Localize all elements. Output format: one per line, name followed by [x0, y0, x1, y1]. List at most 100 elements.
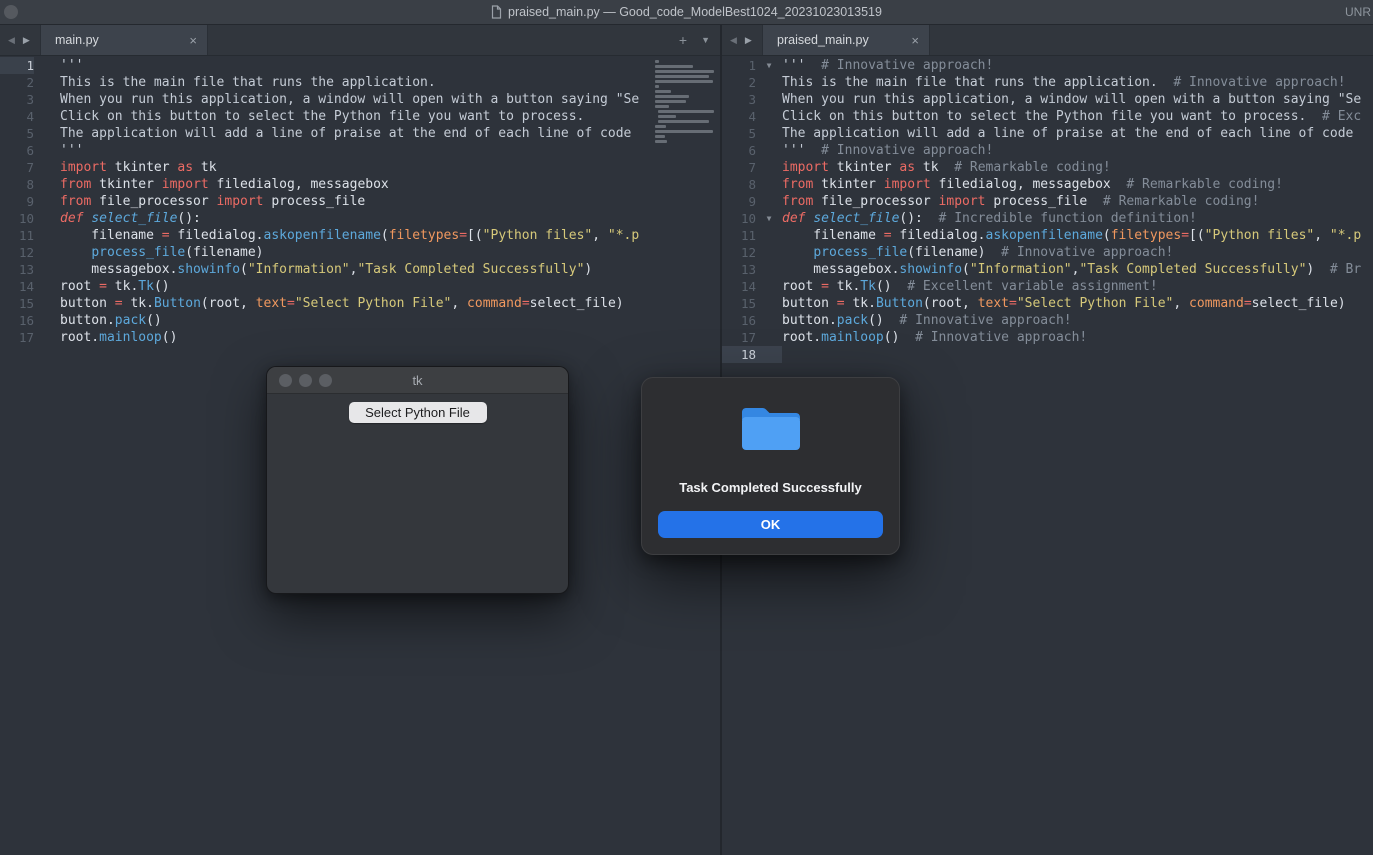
tab-nav-right: ◀ ▶ — [722, 25, 762, 55]
line-number[interactable]: 4 — [0, 108, 34, 125]
code-line[interactable]: 8from tkinter import filedialog, message… — [0, 176, 651, 193]
line-number[interactable]: 11 — [0, 227, 34, 244]
zoom-window-icon[interactable] — [319, 374, 332, 387]
window-control-icon[interactable] — [4, 5, 18, 19]
line-number[interactable]: 2 — [722, 74, 756, 91]
line-number[interactable]: 17 — [722, 329, 756, 346]
line-number[interactable]: 6 — [0, 142, 34, 159]
close-window-icon[interactable] — [279, 374, 292, 387]
line-number[interactable]: 11 — [722, 227, 756, 244]
back-arrow-icon[interactable]: ◀ — [8, 35, 15, 46]
code-text: ''' — [60, 57, 83, 74]
code-text: root = tk.Tk() # Excellent variable assi… — [782, 278, 1158, 295]
code-line[interactable]: 8from tkinter import filedialog, message… — [722, 176, 1373, 193]
line-number[interactable]: 9 — [722, 193, 756, 210]
code-line[interactable]: 4Click on this button to select the Pyth… — [0, 108, 651, 125]
title-bar: praised_main.py — Good_code_ModelBest102… — [0, 0, 1373, 25]
line-number[interactable]: 16 — [0, 312, 34, 329]
fold-gutter — [756, 74, 782, 91]
close-icon[interactable]: × — [901, 33, 919, 48]
forward-arrow-icon[interactable]: ▶ — [745, 35, 752, 46]
minimap-line — [655, 130, 713, 133]
code-line[interactable]: 17root.mainloop() # Innovative approach! — [722, 329, 1373, 346]
line-number[interactable]: 10 — [722, 210, 756, 227]
line-number[interactable]: 3 — [0, 91, 34, 108]
code-line[interactable]: 10def select_file(): — [0, 210, 651, 227]
ok-button[interactable]: OK — [658, 511, 883, 538]
line-number[interactable]: 13 — [722, 261, 756, 278]
line-number[interactable]: 16 — [722, 312, 756, 329]
code-line[interactable]: 7import tkinter as tk — [0, 159, 651, 176]
fold-gutter — [756, 125, 782, 142]
line-number[interactable]: 10 — [0, 210, 34, 227]
code-line[interactable]: 15button = tk.Button(root, text="Select … — [0, 295, 651, 312]
line-number[interactable]: 7 — [722, 159, 756, 176]
new-tab-icon[interactable]: + — [679, 32, 687, 48]
code-line[interactable]: 11 filename = filedialog.askopenfilename… — [0, 227, 651, 244]
forward-arrow-icon[interactable]: ▶ — [23, 35, 30, 46]
code-line[interactable]: 12 process_file(filename) — [0, 244, 651, 261]
code-line[interactable]: 13 messagebox.showinfo("Information","Ta… — [0, 261, 651, 278]
code-line[interactable]: 16button.pack() # Innovative approach! — [722, 312, 1373, 329]
line-number[interactable]: 15 — [0, 295, 34, 312]
minimap-line — [655, 70, 714, 73]
line-number[interactable]: 8 — [0, 176, 34, 193]
code-line[interactable]: 6''' — [0, 142, 651, 159]
minimize-window-icon[interactable] — [299, 374, 312, 387]
code-line[interactable]: 17root.mainloop() — [0, 329, 651, 346]
fold-arrow-icon[interactable]: ▼ — [756, 210, 782, 227]
code-line[interactable]: 1▼''' # Innovative approach! — [722, 57, 1373, 74]
line-number[interactable]: 9 — [0, 193, 34, 210]
line-number[interactable]: 2 — [0, 74, 34, 91]
code-line[interactable]: 9from file_processor import process_file — [0, 193, 651, 210]
code-line[interactable]: 14root = tk.Tk() — [0, 278, 651, 295]
code-text: process_file(filename) # Innovative appr… — [782, 244, 1173, 261]
tab-overflow-icon[interactable]: ▼ — [701, 35, 710, 45]
line-number[interactable]: 3 — [722, 91, 756, 108]
line-number[interactable]: 5 — [0, 125, 34, 142]
line-number[interactable]: 1 — [0, 57, 34, 74]
code-line[interactable]: 13 messagebox.showinfo("Information","Ta… — [722, 261, 1373, 278]
code-line[interactable]: 1 ''' — [0, 57, 651, 74]
code-line[interactable]: 2This is the main file that runs the app… — [722, 74, 1373, 91]
line-number[interactable]: 14 — [0, 278, 34, 295]
line-number[interactable]: 8 — [722, 176, 756, 193]
line-number[interactable]: 12 — [0, 244, 34, 261]
line-number[interactable]: 18 — [722, 346, 756, 363]
code-line[interactable]: 12 process_file(filename) # Innovative a… — [722, 244, 1373, 261]
code-line[interactable]: 16button.pack() — [0, 312, 651, 329]
line-number[interactable]: 13 — [0, 261, 34, 278]
code-line[interactable]: 3When you run this application, a window… — [0, 91, 651, 108]
line-number[interactable]: 1 — [722, 57, 756, 74]
minimap[interactable] — [652, 58, 720, 145]
code-line[interactable]: 5The application will add a line of prai… — [0, 125, 651, 142]
code-line[interactable]: 15button = tk.Button(root, text="Select … — [722, 295, 1373, 312]
code-line[interactable]: 3When you run this application, a window… — [722, 91, 1373, 108]
tab-main-py[interactable]: main.py × — [40, 25, 208, 55]
code-line[interactable]: 9from file_processor import process_file… — [722, 193, 1373, 210]
tab-praised-main-py[interactable]: praised_main.py × — [762, 25, 930, 55]
code-line[interactable]: 14 root = tk.Tk() # Excellent variable as… — [722, 278, 1373, 295]
line-number[interactable]: 7 — [0, 159, 34, 176]
code-line[interactable]: 11 filename = filedialog.askopenfilename… — [722, 227, 1373, 244]
line-number[interactable]: 5 — [722, 125, 756, 142]
code-line[interactable]: 6''' # Innovative approach! — [722, 142, 1373, 159]
select-python-file-button[interactable]: Select Python File — [349, 402, 487, 423]
line-number[interactable]: 15 — [722, 295, 756, 312]
code-line[interactable]: 10▼def select_file(): # Incredible funct… — [722, 210, 1373, 227]
code-line[interactable]: 2This is the main file that runs the app… — [0, 74, 651, 91]
fold-arrow-icon[interactable]: ▼ — [756, 57, 782, 74]
code-line[interactable]: 4Click on this button to select the Pyth… — [722, 108, 1373, 125]
line-number[interactable]: 14 — [722, 278, 756, 295]
line-number[interactable]: 6 — [722, 142, 756, 159]
code-line[interactable]: 18 — [722, 346, 1373, 363]
close-icon[interactable]: × — [179, 33, 197, 48]
tk-title-bar[interactable]: tk — [267, 367, 568, 394]
line-number[interactable]: 12 — [722, 244, 756, 261]
code-line[interactable]: 5The application will add a line of prai… — [722, 125, 1373, 142]
title-group: praised_main.py — Good_code_ModelBest102… — [491, 5, 882, 19]
line-number[interactable]: 4 — [722, 108, 756, 125]
back-arrow-icon[interactable]: ◀ — [730, 35, 737, 46]
line-number[interactable]: 17 — [0, 329, 34, 346]
code-line[interactable]: 7import tkinter as tk # Remarkable codin… — [722, 159, 1373, 176]
